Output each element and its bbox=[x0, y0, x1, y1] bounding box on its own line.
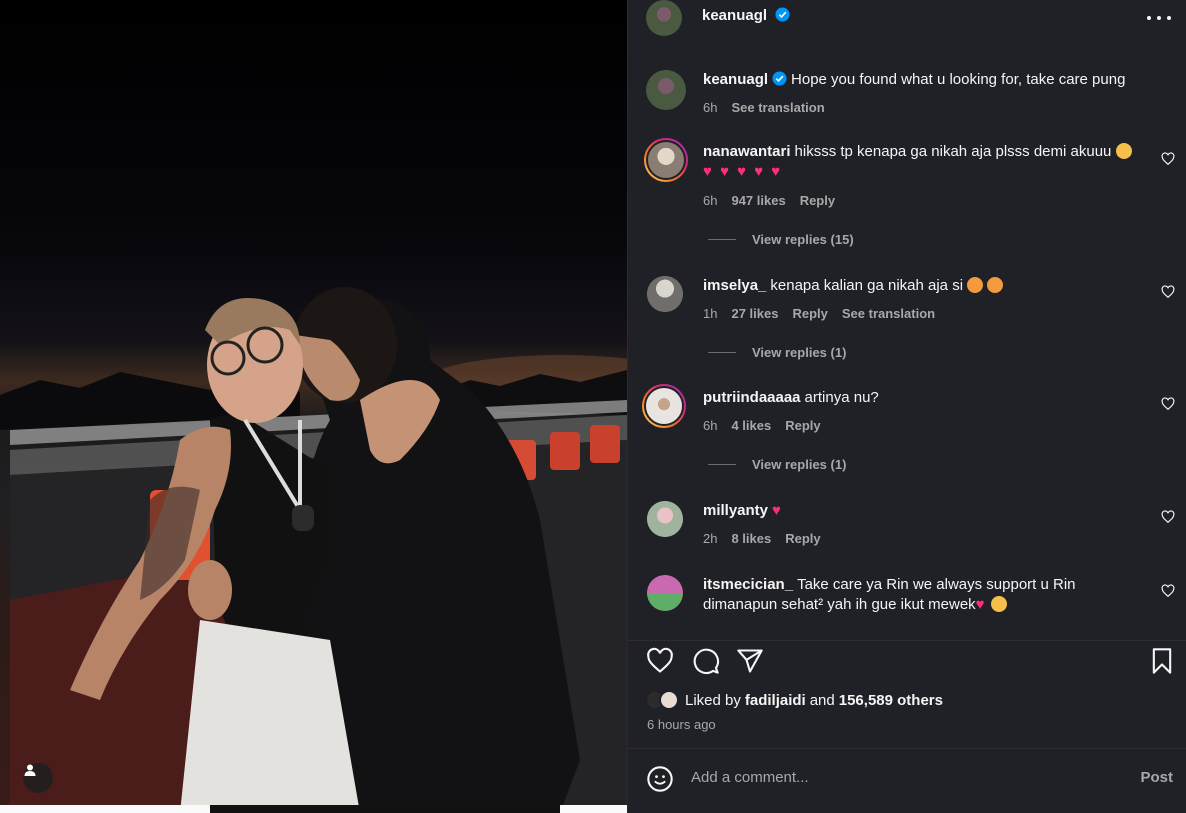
comment-likes[interactable]: 27 likes bbox=[731, 306, 778, 321]
comment-text: hiksss tp kenapa ga nikah aja plsss demi… bbox=[794, 143, 1112, 160]
comments-list[interactable]: keanuagl Hope you found what u looking fo… bbox=[628, 54, 1186, 631]
divider bbox=[708, 464, 736, 465]
post-header: keanuagl bbox=[628, 0, 1186, 40]
view-replies-button[interactable]: View replies (1) bbox=[708, 457, 846, 472]
verified-badge-icon bbox=[772, 71, 787, 86]
caption-text: Hope you found what u looking for, take … bbox=[791, 71, 1126, 88]
comment-username[interactable]: imselya_ bbox=[703, 277, 766, 294]
comment-text-row: putriindaaaaa artinya nu? bbox=[703, 388, 1153, 408]
reply-button[interactable]: Reply bbox=[785, 418, 820, 433]
comment-text: kenapa kalian ga nikah aja si bbox=[770, 277, 964, 294]
author-username[interactable]: keanuagl bbox=[702, 7, 767, 24]
comment-text-row: millyanty ♥ bbox=[703, 501, 1153, 521]
photo-illustration bbox=[0, 287, 627, 813]
user-tag-icon bbox=[24, 764, 36, 776]
post-button[interactable]: Post bbox=[1140, 769, 1173, 786]
share-icon[interactable] bbox=[736, 647, 764, 675]
likes-prefix: Liked by bbox=[685, 691, 741, 709]
caption-meta: 6h See translation bbox=[703, 100, 825, 115]
comment-meta: 6h 947 likes Reply bbox=[703, 193, 835, 208]
divider bbox=[708, 239, 736, 240]
comment-text-row: nanawantari hiksss tp kenapa ga nikah aja… bbox=[703, 142, 1153, 182]
comment-meta: 2h 8 likes Reply bbox=[703, 531, 821, 546]
view-replies-button[interactable]: View replies (15) bbox=[708, 232, 854, 247]
caption-time[interactable]: 6h bbox=[703, 100, 717, 115]
verified-badge-icon bbox=[775, 7, 791, 22]
comment-text: artinya nu? bbox=[804, 389, 879, 406]
heart-icon[interactable] bbox=[1161, 584, 1175, 598]
bookmark-icon[interactable] bbox=[1148, 647, 1176, 675]
view-replies-button[interactable]: View replies (1) bbox=[708, 345, 846, 360]
view-replies-label: View replies (1) bbox=[752, 457, 847, 472]
comment-likes[interactable]: 8 likes bbox=[731, 531, 771, 546]
emoji-icon[interactable] bbox=[646, 765, 674, 793]
crying-face-emoji-icon bbox=[987, 277, 1004, 293]
view-replies-label: View replies (15) bbox=[752, 232, 854, 247]
comment-username[interactable]: itsmecician_ bbox=[703, 576, 793, 593]
commenter-avatar[interactable] bbox=[647, 575, 683, 611]
comment-text: ♥ bbox=[772, 502, 783, 519]
likes-others[interactable]: 156,589 others bbox=[839, 692, 943, 709]
caption-username[interactable]: keanuagl bbox=[703, 71, 768, 88]
comment-username[interactable]: nanawantari bbox=[703, 143, 791, 160]
crying-face-emoji-icon bbox=[967, 277, 984, 293]
comment-likes[interactable]: 947 likes bbox=[731, 193, 785, 208]
comment-username[interactable]: millyanty bbox=[703, 502, 768, 519]
author-name-row: keanuagl bbox=[702, 7, 791, 25]
comment-input[interactable]: Add a comment... bbox=[691, 769, 809, 786]
comment-time[interactable]: 6h bbox=[703, 418, 717, 433]
comment-likes[interactable]: 4 likes bbox=[731, 418, 771, 433]
add-comment-bar: Add a comment... Post bbox=[628, 748, 1186, 813]
post-detail-panel: keanuagl keanuagl Hope you found what u l… bbox=[627, 0, 1186, 813]
comment-time[interactable]: 1h bbox=[703, 306, 717, 321]
heart-icon[interactable] bbox=[1161, 152, 1175, 166]
likes-summary[interactable]: Liked by fadiljaidi and 156,589 others bbox=[645, 690, 943, 710]
heart-emoji: ♥ bbox=[975, 596, 987, 613]
see-translation-link[interactable]: See translation bbox=[731, 100, 824, 115]
caption-text-row: keanuagl Hope you found what u looking fo… bbox=[703, 70, 1153, 90]
liker-avatar bbox=[659, 690, 679, 710]
action-bar bbox=[628, 640, 1186, 680]
commenter-avatar[interactable] bbox=[644, 138, 688, 182]
comment-meta: 1h 27 likes Reply See translation bbox=[703, 306, 935, 321]
reply-button[interactable]: Reply bbox=[800, 193, 835, 208]
heart-icon[interactable] bbox=[1161, 510, 1175, 524]
comment-text-row: imselya_ kenapa kalian ga nikah aja si bbox=[703, 276, 1153, 296]
comment-time[interactable]: 2h bbox=[703, 531, 717, 546]
pleading-face-emoji-icon bbox=[990, 596, 1007, 612]
commenter-avatar[interactable] bbox=[647, 501, 683, 537]
see-translation-link[interactable]: See translation bbox=[842, 306, 935, 321]
post-photo[interactable] bbox=[0, 0, 627, 813]
heart-icon[interactable] bbox=[1161, 397, 1175, 411]
user-tag-button[interactable] bbox=[23, 763, 53, 793]
pleading-face-emoji-icon bbox=[1115, 143, 1132, 159]
commenter-avatar[interactable] bbox=[642, 384, 686, 428]
heart-icon[interactable] bbox=[646, 647, 674, 675]
more-options-icon[interactable] bbox=[1147, 8, 1171, 28]
likes-joiner: and bbox=[809, 691, 835, 709]
heart-icon[interactable] bbox=[1161, 285, 1175, 299]
author-avatar[interactable] bbox=[646, 0, 682, 36]
caption-avatar[interactable] bbox=[646, 70, 686, 110]
comment-text-row: itsmecician_ Take care ya Rin we always s… bbox=[703, 575, 1153, 615]
divider bbox=[708, 352, 736, 353]
comment-icon[interactable] bbox=[692, 647, 720, 675]
hearts-emoji-row: ♥ ♥ ♥ ♥ ♥ bbox=[703, 163, 783, 180]
view-replies-label: View replies (1) bbox=[752, 345, 847, 360]
comment-meta: 6h 4 likes Reply bbox=[703, 418, 821, 433]
comment-username[interactable]: putriindaaaaa bbox=[703, 389, 801, 406]
liker-username[interactable]: fadiljaidi bbox=[745, 692, 806, 709]
reply-button[interactable]: Reply bbox=[792, 306, 827, 321]
commenter-avatar[interactable] bbox=[647, 276, 683, 312]
comment-time[interactable]: 6h bbox=[703, 193, 717, 208]
reply-button[interactable]: Reply bbox=[785, 531, 820, 546]
post-time[interactable]: 6 hours ago bbox=[647, 717, 716, 732]
